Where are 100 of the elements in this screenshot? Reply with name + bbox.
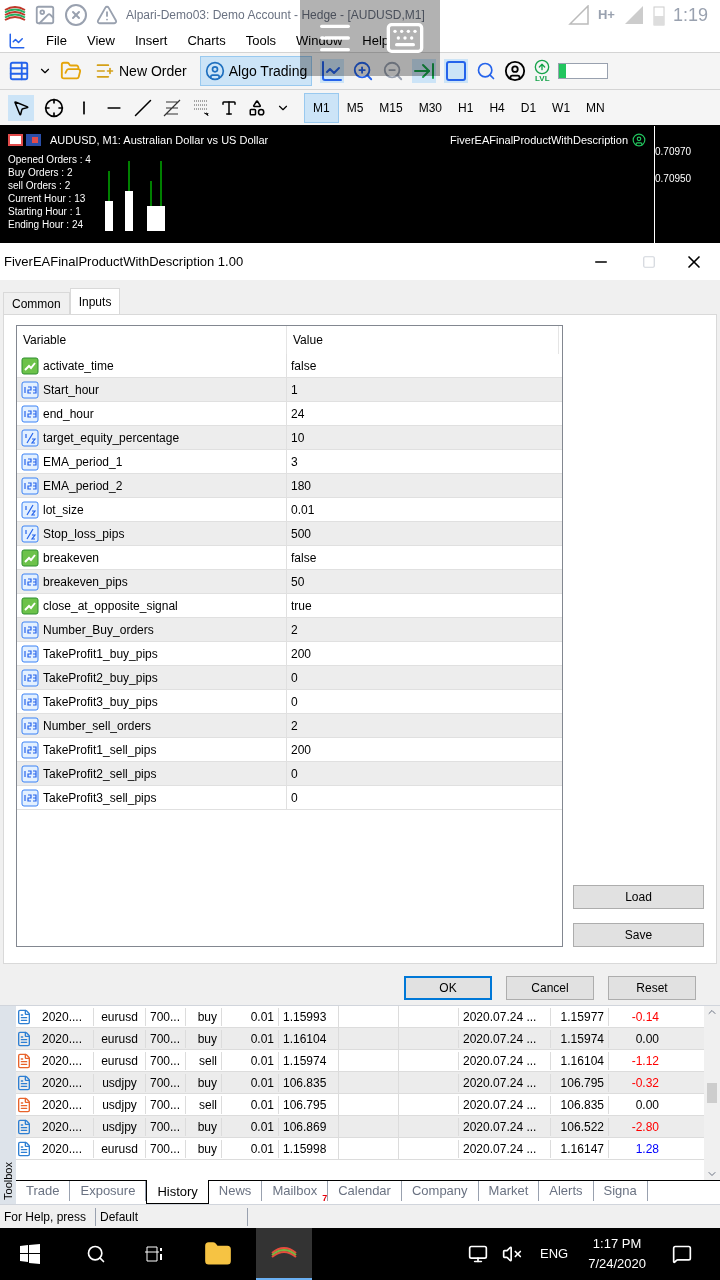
shapes-icon[interactable] [248,98,266,117]
dialog-button[interactable]: Reset [608,976,696,1000]
warning-icon[interactable] [96,4,118,26]
bottom-tab[interactable]: Company [401,1181,479,1201]
new-chart-icon[interactable] [8,60,30,82]
timeframe-button[interactable]: M15 [371,92,411,123]
toolbox-label[interactable]: Toolbox [0,1162,17,1200]
table-cell: 700... [145,1117,185,1136]
table-cell-text: 2020.... [41,1140,84,1158]
chart-info-text: sell Orders : 2 [8,178,72,192]
text-tool-icon[interactable] [220,98,238,117]
toolbar-button[interactable]: Algo Trading [199,56,313,86]
table-cell: 700... [145,1139,185,1158]
fibonacci-icon[interactable] [162,97,182,118]
dialog-tab[interactable]: Inputs [69,288,121,314]
clock-time[interactable]: 1:17 PM [592,1234,642,1254]
menu-item[interactable]: Tools [245,31,277,51]
close-circle-icon[interactable] [64,3,88,27]
table-cell: 700... [145,1029,185,1048]
variable-value[interactable]: false [287,546,559,569]
bottom-tab[interactable]: Market [478,1181,540,1201]
variable-value[interactable]: true [287,594,559,617]
table-cell: 106.795 [550,1073,608,1092]
bottom-tab[interactable]: Trade [16,1181,71,1201]
table-cell: 1.15977 [550,1007,608,1026]
search-icon[interactable] [86,1244,106,1264]
scrollbar[interactable] [704,1006,720,1180]
variable-value[interactable]: 2 [287,618,559,641]
timeframe-button[interactable]: M30 [410,92,451,123]
status-text: For Help, press [0,1207,96,1226]
table-cell-text: 2020.... [41,1030,84,1048]
order-list-icon [95,61,115,81]
menu-item[interactable]: View [86,31,115,51]
dialog-button[interactable]: Cancel [506,976,594,1000]
line-chart-icon[interactable] [320,59,345,83]
timeframe-button[interactable]: H4 [481,92,513,123]
toolbar-button[interactable]: New Order [90,56,192,86]
table-cell: 106.522 [550,1117,608,1136]
variable-value[interactable]: 10 [287,426,559,449]
variable-value[interactable]: 50 [287,570,559,593]
dialog-button[interactable]: OK [404,976,492,1000]
variable-value[interactable]: 1 [287,378,559,401]
integer-type-icon [21,476,39,495]
language-indicator[interactable]: ENG [540,1244,569,1264]
bottom-tab[interactable]: Mailbox 7 [262,1181,329,1201]
account-icon[interactable] [504,60,527,82]
zoom-out-icon[interactable] [382,60,405,82]
variable-value[interactable]: 200 [287,738,559,761]
app-menu-icon[interactable] [8,32,26,50]
clock-date[interactable]: 7/24/2020 [588,1254,646,1274]
trendline-icon[interactable] [134,98,152,117]
fraction-type-icon [21,428,39,447]
timeframe-button[interactable]: H1 [450,92,482,123]
bottom-tab[interactable]: News [208,1181,263,1201]
variable-value[interactable]: 0 [287,690,559,713]
timeframe-button[interactable]: W1 [544,92,579,123]
signal-icon [567,5,590,25]
bottom-tab[interactable]: Calendar [328,1181,402,1201]
autoscroll-icon[interactable] [412,59,437,83]
variable-value[interactable]: 180 [287,474,559,497]
network-icon[interactable] [468,1244,488,1264]
variable-value[interactable]: 500 [287,522,559,545]
side-button[interactable]: Save [573,923,704,947]
folder-icon[interactable] [204,1240,232,1268]
variable-value[interactable]: 0.01 [287,498,559,521]
image-icon[interactable] [34,4,56,26]
table-cell: 2020.07.24 ... [458,1029,550,1048]
task-view-icon[interactable] [144,1244,164,1264]
menu-item[interactable]: Insert [134,31,168,51]
timeframe-button[interactable]: M1 [304,92,339,123]
variable-value[interactable]: 24 [287,402,559,425]
windows-start-icon[interactable] [20,1244,40,1264]
crosshair-icon[interactable] [44,97,64,118]
bottom-tab[interactable]: Alerts [539,1181,594,1201]
bottom-tab[interactable]: History [146,1180,209,1204]
table-cell: 106.835 [278,1073,338,1092]
cursor-icon[interactable] [8,94,34,121]
bottom-tab[interactable]: Signa [593,1181,648,1201]
app-taskbar-button[interactable] [256,1228,312,1280]
dialog-tab[interactable]: Common [3,292,70,314]
scroll-thumb[interactable] [707,1083,717,1103]
variable-value[interactable]: false [287,354,559,377]
window-title: Alpari-Demo03: Demo Account - Hedge - [AUDUSD,M1] [126,7,425,24]
variable-value[interactable]: 200 [287,642,559,665]
variable-value[interactable]: 0 [287,786,559,809]
variable-value[interactable]: 0 [287,666,559,689]
mute-icon[interactable] [502,1244,522,1264]
menu-item[interactable]: Charts [187,31,226,51]
timeframe-button[interactable]: MN [578,92,613,123]
zoom-in-icon[interactable] [352,60,375,82]
table-cell-text: 2020.... [41,1008,84,1026]
chart-shift-icon[interactable] [444,59,469,83]
variable-value[interactable]: 2 [287,714,559,737]
timeframe-button[interactable]: M5 [338,92,372,123]
menu-item[interactable]: File [46,31,67,51]
notification-icon[interactable] [672,1244,692,1264]
side-button[interactable]: Load [573,885,704,909]
variable-value[interactable]: 0 [287,762,559,785]
variable-value[interactable]: 3 [287,450,559,473]
timeframe-button[interactable]: D1 [512,92,545,123]
